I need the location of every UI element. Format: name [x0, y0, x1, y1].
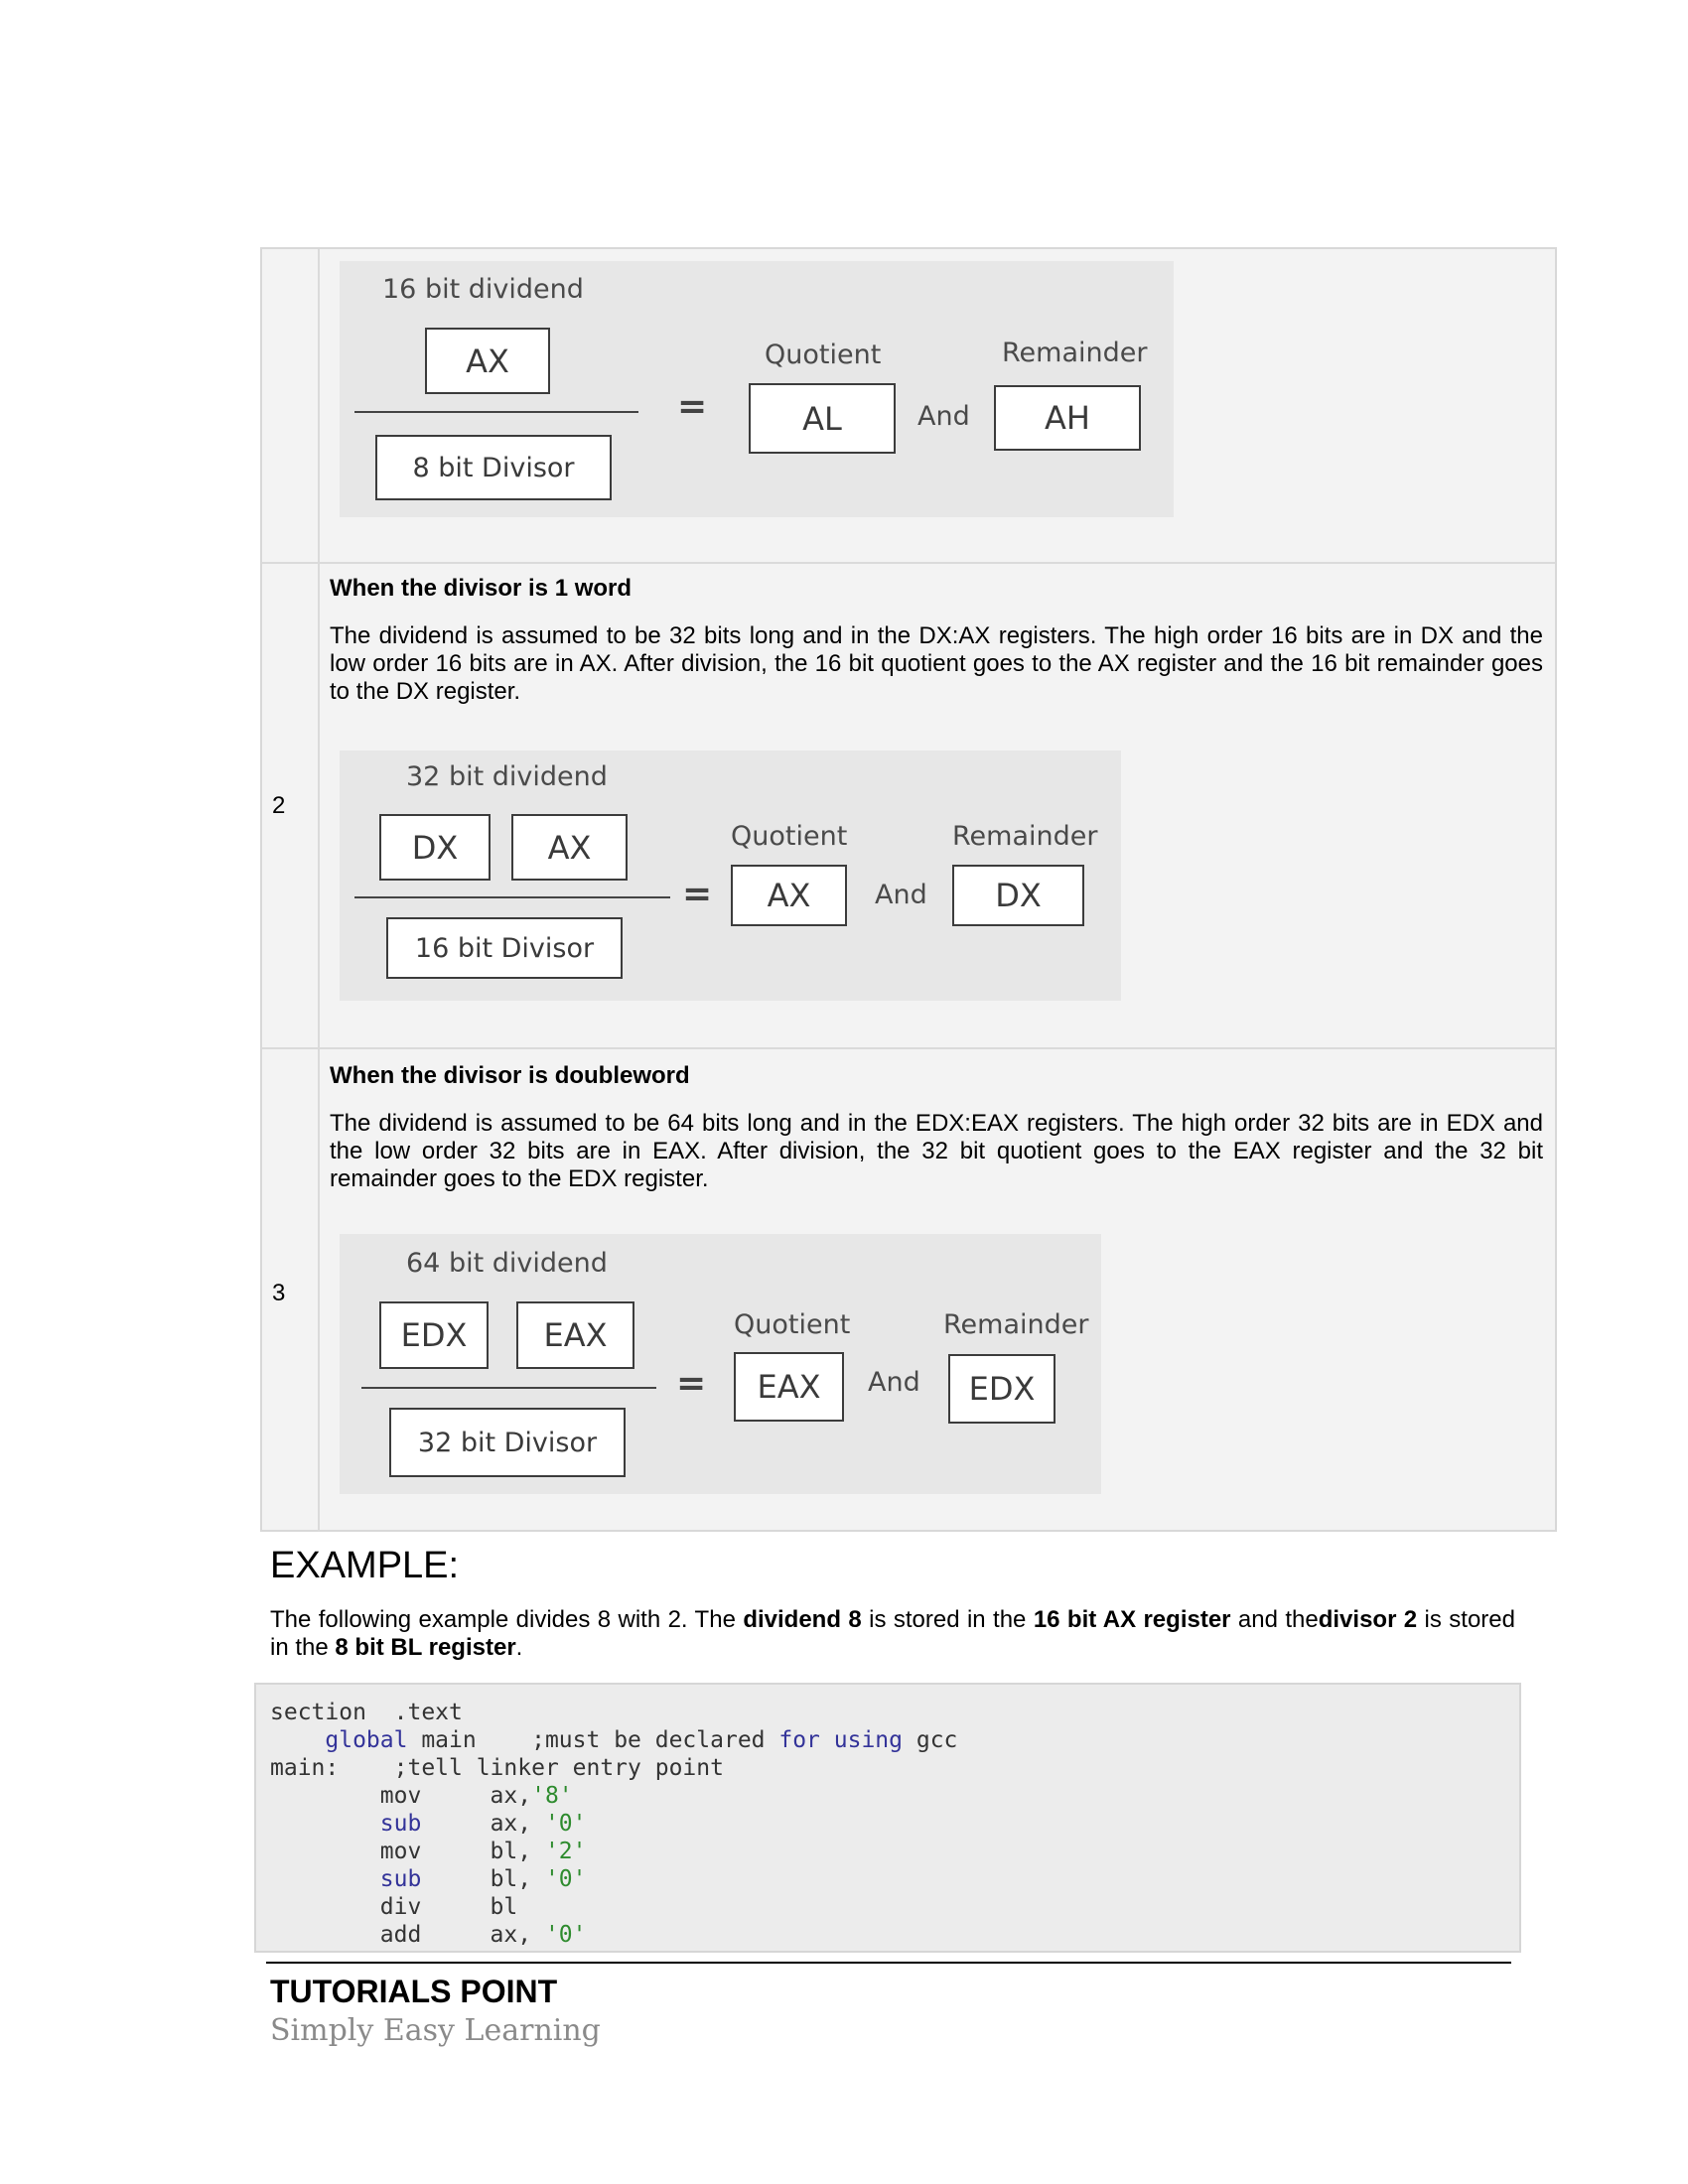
dividend-high-register: EDX — [379, 1301, 489, 1369]
bold-text: 8 bit BL register — [335, 1634, 516, 1661]
code-token: ax, — [421, 1811, 545, 1837]
table-row: 2 When the divisor is 1 word The dividen… — [262, 564, 1555, 1049]
division-diagram-word: 32 bit dividend DX AX 16 bit Divisor = Q… — [340, 751, 1121, 1001]
division-diagram-doubleword: 64 bit dividend EDX EAX 32 bit Divisor =… — [340, 1234, 1101, 1494]
code-keyword: sub — [379, 1811, 422, 1837]
code-keyword: using — [833, 1727, 904, 1753]
dividend-label: 32 bit dividend — [406, 761, 608, 792]
example-description: The following example divides 8 with 2. … — [270, 1606, 1515, 1662]
divisor-box: 16 bit Divisor — [386, 917, 623, 979]
code-keyword: sub — [379, 1866, 422, 1892]
quotient-label: Quotient — [734, 1309, 851, 1340]
dividend-register: AX — [425, 328, 550, 394]
table-row: 3 When the divisor is doubleword The div… — [262, 1049, 1555, 1532]
code-line: section .text — [270, 1700, 463, 1725]
equals-sign: = — [682, 874, 713, 914]
remainder-label: Remainder — [943, 1309, 1089, 1340]
bold-text: 16 bit AX register — [1033, 1606, 1231, 1633]
code-token: mov bl, — [270, 1839, 545, 1864]
text-run: . — [515, 1634, 523, 1661]
remainder-register: AH — [994, 385, 1141, 451]
quotient-label: Quotient — [765, 340, 882, 370]
row-description: The dividend is assumed to be 64 bits lo… — [330, 1110, 1543, 1192]
code-keyword: global — [325, 1727, 408, 1753]
code-token: gcc — [903, 1727, 958, 1753]
row-description: The dividend is assumed to be 32 bits lo… — [330, 622, 1543, 705]
code-string: '0' — [544, 1922, 587, 1948]
code-block: section .text global main ;must be decla… — [254, 1683, 1521, 1953]
dividend-low-register: AX — [511, 814, 628, 881]
quotient-register: AL — [749, 383, 896, 454]
text-run: and the — [1230, 1606, 1319, 1633]
code-token: bl, — [421, 1866, 545, 1892]
code-string: '8' — [531, 1783, 573, 1809]
code-listing: section .text global main ;must be decla… — [270, 1699, 957, 1949]
quotient-label: Quotient — [731, 821, 848, 852]
code-line: main: ;tell linker entry point — [270, 1755, 724, 1781]
fraction-line — [354, 411, 638, 413]
bold-text: divisor 2 — [1318, 1606, 1418, 1633]
remainder-label: Remainder — [952, 821, 1098, 852]
code-keyword: for — [778, 1727, 820, 1753]
code-string: '0' — [544, 1866, 587, 1892]
quotient-register: EAX — [734, 1352, 844, 1422]
division-diagram-byte: 16 bit dividend AX 8 bit Divisor = Quoti… — [340, 261, 1174, 517]
dividend-label: 16 bit dividend — [382, 274, 584, 305]
and-label: And — [917, 401, 970, 432]
footer-subtitle: Simply Easy Learning — [270, 2013, 601, 2048]
dividend-label: 64 bit dividend — [406, 1248, 608, 1279]
footer-title: TUTORIALS POINT — [270, 1974, 558, 2009]
code-string: '2' — [544, 1839, 587, 1864]
and-label: And — [875, 880, 927, 910]
row-number-cell — [262, 249, 320, 562]
division-table: 16 bit dividend AX 8 bit Divisor = Quoti… — [260, 247, 1557, 1532]
quotient-register: AX — [731, 865, 847, 926]
equals-sign: = — [677, 386, 708, 427]
dividend-low-register: EAX — [516, 1301, 634, 1369]
text-run: The following example divides 8 with 2. … — [270, 1606, 744, 1633]
remainder-register: EDX — [948, 1354, 1055, 1424]
bold-text: dividend 8 — [743, 1606, 862, 1633]
row-number: 2 — [272, 792, 286, 819]
code-token: main ;must be declared — [407, 1727, 779, 1753]
text-run: is stored in the — [861, 1606, 1034, 1633]
table-row: 16 bit dividend AX 8 bit Divisor = Quoti… — [262, 249, 1555, 564]
remainder-register: DX — [952, 865, 1084, 926]
row-heading: When the divisor is 1 word — [330, 575, 633, 602]
and-label: And — [868, 1367, 920, 1398]
code-token: mov ax, — [270, 1783, 532, 1809]
remainder-label: Remainder — [1002, 338, 1148, 368]
section-title: EXAMPLE: — [270, 1545, 460, 1586]
equals-sign: = — [676, 1363, 707, 1404]
footer-rule — [266, 1962, 1511, 1964]
row-number-cell: 2 — [262, 564, 320, 1047]
fraction-line — [354, 896, 670, 898]
divisor-box: 32 bit Divisor — [389, 1408, 626, 1477]
row-number-cell: 3 — [262, 1049, 320, 1532]
code-string: '0' — [544, 1811, 587, 1837]
row-number: 3 — [272, 1280, 286, 1306]
code-line: div bl — [270, 1894, 518, 1920]
fraction-line — [361, 1387, 656, 1389]
dividend-high-register: DX — [379, 814, 491, 881]
row-heading: When the divisor is doubleword — [330, 1062, 690, 1089]
divisor-box: 8 bit Divisor — [375, 435, 612, 500]
code-token: add ax, — [270, 1922, 545, 1948]
